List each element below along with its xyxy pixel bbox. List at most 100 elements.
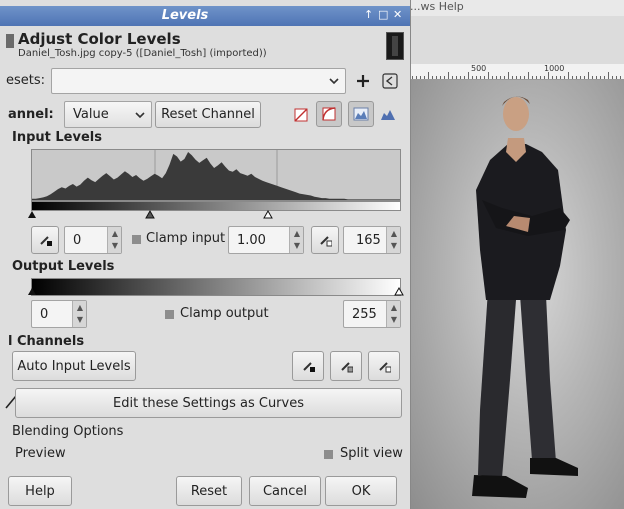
log-histogram-toggle[interactable] [316,101,342,127]
ruler-tick [428,72,429,79]
output-gradient [31,278,401,296]
auto-input-levels-button[interactable]: Auto Input Levels [12,351,136,381]
log-histogram-icon [322,107,336,121]
ruler-tick [464,76,465,79]
ruler-tick [564,76,565,79]
output-high-value: 255 [352,306,377,322]
ruler-tick [436,76,437,79]
clamp-output-checkbox[interactable] [165,310,174,319]
header-title: Adjust Color Levels [18,30,181,48]
gamma-spin[interactable]: 1.00 ▲ ▼ [228,226,304,254]
menu-fragment[interactable]: ...ws Help [410,0,464,13]
raise-window-icon[interactable]: ↑ [364,8,373,21]
black-eyedropper-icon [303,362,315,372]
ruler-tick [536,76,537,79]
help-button[interactable]: Help [8,476,72,506]
ruler-tick [544,76,545,79]
histogram-alt-icon[interactable] [380,107,396,121]
add-preset-icon[interactable] [356,74,370,88]
pick-white-all-button[interactable] [368,351,400,381]
all-channels-heading: l Channels [8,334,85,349]
ruler-tick [484,76,485,79]
ruler-tick [612,76,613,79]
pick-black-point-button[interactable] [31,226,59,254]
edit-as-curves-button[interactable]: Edit these Settings as Curves [15,388,402,418]
dialog-titlebar[interactable]: Levels ↑ □ ✕ [0,6,410,26]
white-eyedropper-icon [320,236,332,247]
output-low-stepper[interactable]: ▲ ▼ [72,301,86,327]
ruler-tick [472,76,473,79]
ruler-tick [516,76,517,79]
input-levels-heading: Input Levels [12,130,102,145]
histogram-plot [32,150,400,200]
image-canvas[interactable] [410,80,624,509]
pick-white-point-button[interactable] [311,226,339,254]
ruler-tick [440,76,441,79]
output-low-handle[interactable] [27,287,37,296]
ok-button[interactable]: OK [325,476,397,506]
ruler-tick [540,76,541,79]
ruler-tick [520,76,521,79]
dialog-title: Levels [161,8,209,23]
ruler-tick [588,72,589,79]
output-levels-heading: Output Levels [12,259,115,274]
clamp-input-label: Clamp input [146,231,226,246]
preview-checkbox-label[interactable]: Preview [15,446,66,461]
ruler-tick [548,72,549,79]
input-low-spin[interactable]: 0 ▲ ▼ [64,226,122,254]
channel-value: Value [73,107,109,122]
input-high-stepper[interactable]: ▲ ▼ [386,227,400,253]
histogram-area [32,152,400,200]
ruler-tick [556,76,557,79]
pick-black-all-button[interactable] [292,351,324,381]
ruler-tick [456,76,457,79]
ruler-tick [420,76,421,79]
ruler-tick [572,76,573,79]
ruler-tick [580,76,581,79]
ruler-tick [620,76,621,79]
input-high-handle[interactable] [263,210,273,219]
preset-menu-icon[interactable] [382,73,398,89]
ruler-tick [432,76,433,79]
blending-options-expander[interactable]: Blending Options [12,424,123,439]
clamp-input-checkbox[interactable] [132,235,141,244]
ruler-tick [444,76,445,79]
image-menubar[interactable]: ...ws Help [408,0,624,16]
ruler-label-500: 500 [471,64,487,73]
levels-dialog: Levels ↑ □ ✕ Adjust Color Levels Daniel_… [0,0,411,509]
ruler-tick [584,76,585,79]
input-low-stepper[interactable]: ▲ ▼ [107,227,121,253]
cancel-button[interactable]: Cancel [249,476,321,506]
pick-gray-all-button[interactable] [330,351,362,381]
output-high-handle[interactable] [394,287,404,296]
input-high-spin[interactable]: 165 ▲ ▼ [343,226,401,254]
maximize-icon[interactable]: □ [378,8,388,21]
ruler-tick [576,76,577,79]
linear-view-toggle[interactable] [348,101,374,127]
gamma-stepper[interactable]: ▲ ▼ [289,227,303,253]
ruler-tick [596,76,597,79]
ruler-tick [508,72,509,79]
output-low-spin[interactable]: 0 ▲ ▼ [31,300,87,328]
output-high-spin[interactable]: 255 ▲ ▼ [343,300,401,328]
channel-combo[interactable]: Value [64,101,152,128]
split-view-label: Split view [340,446,403,461]
ruler-tick [512,76,513,79]
input-gradient [31,201,401,211]
split-view-checkbox[interactable] [324,450,333,459]
gamma-value: 1.00 [237,232,266,248]
layer-thumbnail [386,32,404,60]
linear-histogram-icon[interactable] [294,108,308,122]
input-high-value: 165 [356,232,381,248]
output-high-stepper[interactable]: ▲ ▼ [386,301,400,327]
input-low-handle[interactable] [27,210,37,219]
presets-combo[interactable] [51,68,346,94]
histogram-view-icon [353,107,369,121]
input-low-value: 0 [73,232,82,248]
input-gamma-handle[interactable] [145,210,155,219]
ruler-tick [532,76,533,79]
reset-channel-button[interactable]: Reset Channel [155,101,261,128]
close-icon[interactable]: ✕ [393,8,402,21]
input-histogram[interactable] [31,149,401,201]
reset-button[interactable]: Reset [176,476,242,506]
